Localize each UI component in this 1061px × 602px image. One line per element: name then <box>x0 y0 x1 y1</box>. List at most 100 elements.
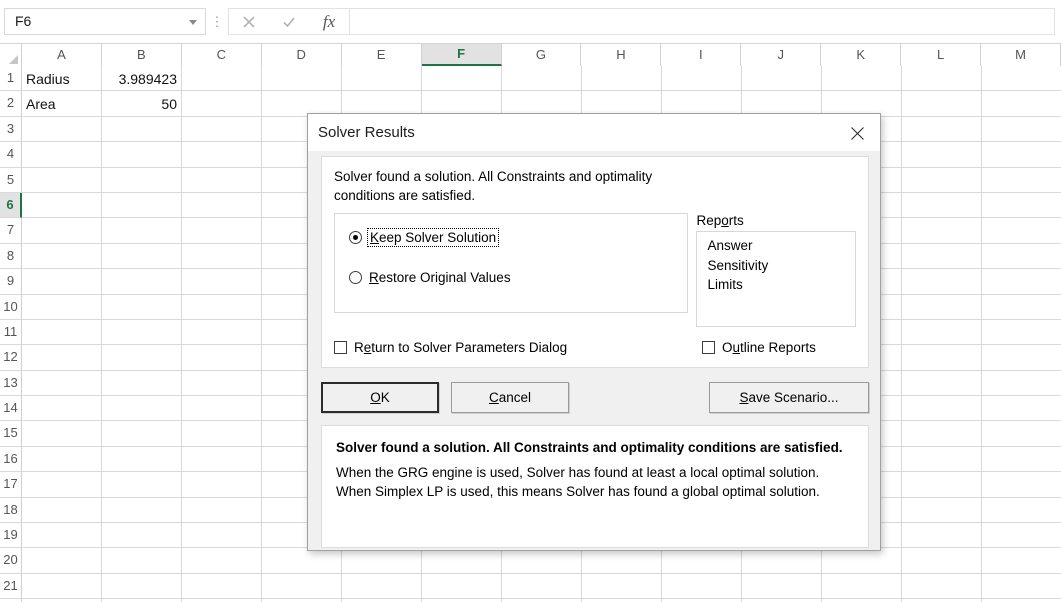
row-header-7[interactable]: 7 <box>0 218 22 244</box>
cell-J1[interactable] <box>742 66 822 92</box>
cell-M13[interactable] <box>982 371 1061 396</box>
cell-C11[interactable] <box>182 319 262 346</box>
cell-L9[interactable] <box>902 269 982 295</box>
cell-A13[interactable] <box>22 370 102 397</box>
name-box[interactable]: F6 <box>4 8 206 35</box>
chevron-down-icon[interactable] <box>189 19 197 25</box>
outline-reports-checkbox[interactable]: Outline Reports <box>702 340 816 355</box>
cell-A6[interactable] <box>22 192 102 219</box>
cell-B18[interactable] <box>102 497 182 524</box>
cell-K1[interactable] <box>822 66 902 92</box>
cell-E21[interactable] <box>342 573 422 600</box>
cell-B15[interactable] <box>102 421 182 447</box>
cell-L17[interactable] <box>902 472 982 498</box>
cell-L20[interactable] <box>902 548 982 574</box>
cell-A4[interactable] <box>22 142 102 168</box>
formula-input[interactable] <box>349 8 1055 35</box>
cell-L3[interactable] <box>902 116 982 143</box>
cell-C6[interactable] <box>182 192 262 219</box>
column-header-e[interactable]: E <box>341 44 422 66</box>
cell-A16[interactable] <box>22 446 102 473</box>
cell-L8[interactable] <box>902 243 982 270</box>
cell-I1[interactable] <box>662 66 742 92</box>
cell-A8[interactable] <box>22 243 102 270</box>
cell-F20[interactable] <box>422 548 502 574</box>
cell-J20[interactable] <box>742 548 822 574</box>
cell-D20[interactable] <box>262 548 342 574</box>
cell-L13[interactable] <box>902 370 982 397</box>
cell-F1[interactable] <box>422 66 502 92</box>
column-header-d[interactable]: D <box>261 44 342 66</box>
row-header-5[interactable]: 5 <box>0 167 22 193</box>
cell-B11[interactable] <box>102 319 182 346</box>
cell-M11[interactable] <box>982 320 1061 345</box>
cell-C3[interactable] <box>182 116 262 143</box>
cell-E1[interactable] <box>342 66 422 92</box>
cell-G21[interactable] <box>502 573 582 600</box>
cell-A3[interactable] <box>22 116 102 143</box>
cell-C13[interactable] <box>182 370 262 397</box>
cell-L11[interactable] <box>902 319 982 346</box>
cell-B14[interactable] <box>102 396 182 422</box>
cell-B4[interactable] <box>102 142 182 168</box>
cell-B13[interactable] <box>102 370 182 397</box>
row-header-13[interactable]: 13 <box>0 370 22 397</box>
row-header-12[interactable]: 12 <box>0 345 22 371</box>
cell-B9[interactable] <box>102 269 182 295</box>
cell-B10[interactable] <box>102 294 182 320</box>
cell-M3[interactable] <box>982 117 1061 142</box>
cell-C1[interactable] <box>182 66 262 92</box>
cell-C19[interactable] <box>182 523 262 549</box>
cell-M12[interactable] <box>982 345 1061 370</box>
cell-M8[interactable] <box>982 244 1061 269</box>
row-header-21[interactable]: 21 <box>0 573 22 600</box>
cell-M6[interactable] <box>982 193 1061 218</box>
keep-solver-solution-option[interactable]: Keep Solver Solution <box>349 226 675 248</box>
cell-C12[interactable] <box>182 345 262 371</box>
cell-B8[interactable] <box>102 243 182 270</box>
ok-button[interactable]: OK <box>321 382 439 413</box>
cell-M5[interactable] <box>982 168 1061 193</box>
cell-M17[interactable] <box>982 472 1061 497</box>
cell-G1[interactable] <box>502 66 582 92</box>
function-icon[interactable]: fx <box>309 9 349 34</box>
cell-C14[interactable] <box>182 396 262 422</box>
cell-B19[interactable] <box>102 523 182 549</box>
cell-A11[interactable] <box>22 319 102 346</box>
cell-L6[interactable] <box>902 192 982 219</box>
column-header-j[interactable]: J <box>741 44 822 66</box>
cell-B1[interactable]: 3.989423 <box>102 66 182 92</box>
cell-B7[interactable] <box>102 218 182 244</box>
cell-B5[interactable] <box>102 167 182 193</box>
cell-K21[interactable] <box>822 573 902 600</box>
cell-H20[interactable] <box>582 548 662 574</box>
cell-M2[interactable] <box>982 91 1061 116</box>
column-header-b[interactable]: B <box>101 44 182 66</box>
cell-C18[interactable] <box>182 497 262 524</box>
row-header-6[interactable]: 6 <box>0 192 22 219</box>
cell-A5[interactable] <box>22 167 102 193</box>
cell-A14[interactable] <box>22 396 102 422</box>
cell-M19[interactable] <box>982 523 1061 548</box>
close-icon[interactable] <box>840 120 874 146</box>
radio-selected-icon[interactable] <box>349 230 362 244</box>
cell-B6[interactable] <box>102 192 182 219</box>
column-header-c[interactable]: C <box>181 44 262 66</box>
cell-M21[interactable] <box>982 574 1061 599</box>
cell-B17[interactable] <box>102 472 182 498</box>
cell-L7[interactable] <box>902 218 982 244</box>
radio-unselected-icon[interactable] <box>349 270 362 284</box>
cell-A12[interactable] <box>22 345 102 371</box>
checkbox-unchecked-icon[interactable] <box>334 341 347 354</box>
row-header-2[interactable]: 2 <box>0 91 22 117</box>
cell-M16[interactable] <box>982 447 1061 472</box>
cell-M20[interactable] <box>982 548 1061 573</box>
cell-L5[interactable] <box>902 167 982 193</box>
cell-M10[interactable] <box>982 295 1061 320</box>
cell-C20[interactable] <box>182 548 262 574</box>
check-icon[interactable] <box>269 9 309 34</box>
cell-M7[interactable] <box>982 218 1061 243</box>
row-header-14[interactable]: 14 <box>0 396 22 422</box>
column-header-l[interactable]: L <box>901 44 982 66</box>
restore-original-values-option[interactable]: Restore Original Values <box>349 266 675 288</box>
